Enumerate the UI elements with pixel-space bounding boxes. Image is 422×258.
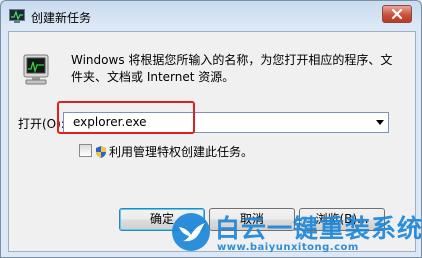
admin-checkbox[interactable] [79,144,92,157]
task-manager-icon [9,9,25,23]
dropdown-arrow-icon[interactable] [376,120,384,125]
close-button[interactable] [382,5,412,23]
admin-checkbox-label: 利用管理特权创建此任务。 [109,145,254,159]
dialog-description: Windows 将根据您所输入的名称，为您打开相应的程序、文件夹、文档或 Int… [71,53,393,84]
close-icon [391,8,403,20]
uac-shield-icon [96,146,106,158]
title-bar[interactable]: 创建新任务 [1,1,421,31]
watermark: 白云一键重装系统 www.baiyunxitong.com [169,209,422,257]
admin-checkbox-row[interactable]: 利用管理特权创建此任务。 [79,143,253,160]
watermark-brand: 白云一键重装系统 [215,214,422,243]
bird-logo-icon [172,213,210,251]
create-task-window: 创建新任务 Windows 将根据您所输入的名称，为您打开相应的程序、文件夹、文… [0,0,422,258]
watermark-url: www.baiyunxitong.com [217,242,359,253]
window-title: 创建新任务 [31,11,92,25]
annotation-highlight-box [57,101,195,134]
run-program-icon [23,54,49,85]
